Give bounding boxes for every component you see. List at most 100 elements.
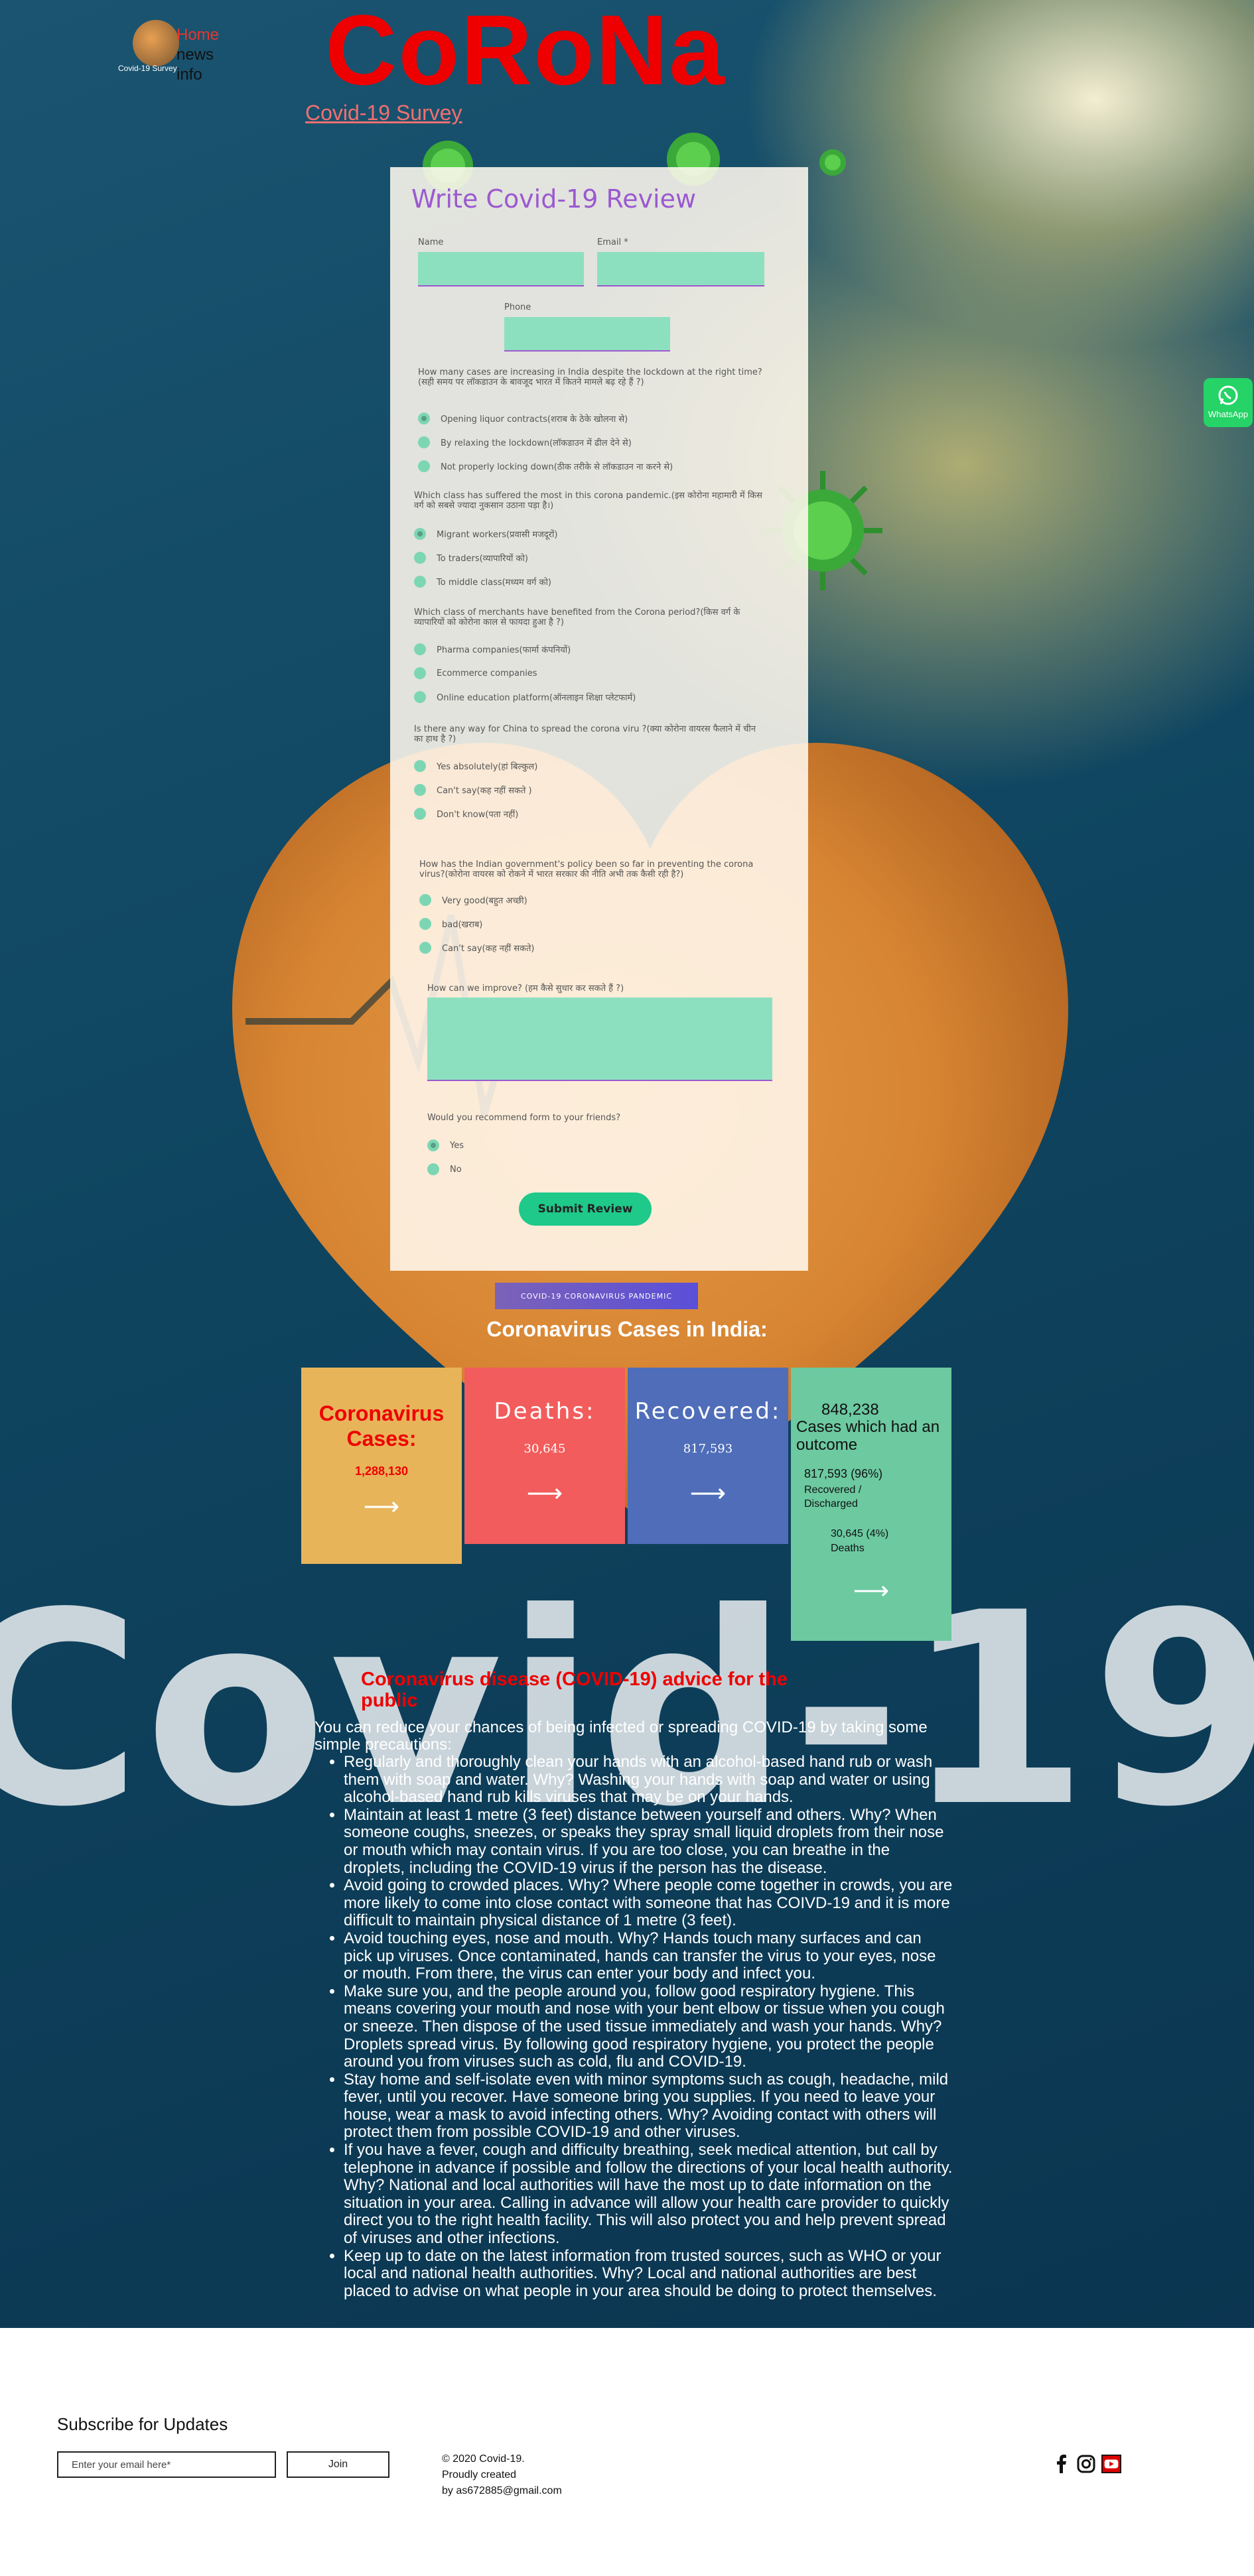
subscribe-title: Subscribe for Updates [57,2414,228,2434]
advice-item: Keep up to date on the latest informatio… [344,2247,954,2301]
q3-option-3[interactable]: Online education platform(ऑनलाइन शिक्षा … [414,691,636,703]
option-label: By relaxing the lockdown(लॉकडाउन में ढील… [441,438,632,448]
option-label: Opening liquor contracts(शराब के ठेके खो… [441,415,628,424]
q1-option-2[interactable]: By relaxing the lockdown(लॉकडाउन में ढील… [418,436,632,448]
radio-button[interactable] [419,894,431,906]
recovered-card-title: Recovered: [634,1398,782,1425]
logo-globe-icon [133,20,179,66]
q3-option-1[interactable]: Pharma companies(फार्मा कंपनियों) [414,643,571,655]
radio-button[interactable] [414,784,426,796]
arrow-right-icon[interactable]: ⟶ [464,1478,625,1508]
deaths-card: Deaths: 30,645 ⟶ [464,1368,625,1544]
option-label: Online education platform(ऑनलाइन शिक्षा … [437,693,636,703]
radio-button[interactable] [414,667,426,679]
q2-option-3[interactable]: To middle class(मध्यम वर्ग को) [414,576,551,588]
facebook-icon[interactable] [1051,2454,1071,2474]
q4-option-1[interactable]: Yes absolutely(हां बिल्कुल) [414,760,537,772]
option-label: Yes [450,1140,464,1151]
footer: Subscribe for Updates Join © 2020 Covid-… [0,2328,1254,2576]
radio-button[interactable] [414,576,426,588]
radio-button[interactable] [414,760,426,772]
option-label: To middle class(मध्यम वर्ग को) [437,578,551,588]
advice-intro: You can reduce your chances of being inf… [314,1718,928,1754]
whatsapp-icon [1218,385,1238,405]
radio-button[interactable] [418,413,430,424]
q5-option-2[interactable]: bad(खराब) [419,918,482,930]
cases-card-value: 1,288,130 [354,1464,409,1478]
q1-option-3[interactable]: Not properly locking down(ठीक तरीके से ल… [418,460,673,472]
option-label: Not properly locking down(ठीक तरीके से ल… [441,462,673,472]
radio-button[interactable] [427,1139,439,1151]
outcome-caption: Cases which had an outcome [796,1418,940,1454]
q4-option-2[interactable]: Can't say(कह नहीं सकते ) [414,784,532,796]
nav-item-news[interactable]: news [176,45,219,65]
copyright: © 2020 Covid-19. Proudly created by as67… [442,2451,562,2499]
radio-button[interactable] [418,460,430,472]
option-label: Can't say(कह नहीं सकते) [442,944,535,954]
survey-link[interactable]: Covid-19 Survey [305,101,462,125]
subscribe-email-input[interactable] [57,2451,276,2478]
q1-option-1[interactable]: Opening liquor contracts(शराब के ठेके खो… [418,413,628,424]
outcome-deaths-label: Deaths [831,1543,865,1554]
option-label: Pharma companies(फार्मा कंपनियों) [437,645,571,655]
social-links [1051,2454,1121,2474]
instagram-icon[interactable] [1076,2454,1096,2474]
submit-review-button[interactable]: Submit Review [519,1192,652,1226]
q4-option-3[interactable]: Don't know(पता नहीं) [414,808,518,820]
recommend-option-yes[interactable]: Yes [427,1139,464,1151]
whatsapp-button[interactable]: WhatsApp [1204,378,1253,427]
name-field[interactable] [418,252,584,287]
q2-option-1[interactable]: Migrant workers(प्रवासी मजदूरों) [414,528,557,540]
nav-item-info[interactable]: info [176,65,219,85]
whatsapp-label: WhatsApp [1208,409,1248,419]
arrow-right-icon[interactable]: ⟶ [301,1492,462,1521]
radio-button[interactable] [419,942,431,954]
q2-option-2[interactable]: To traders(व्यापारियों को) [414,552,528,564]
advice-title: Coronavirus disease (COVID-19) advice fo… [361,1669,788,1711]
question-2: Which class has suffered the most in thi… [414,491,762,511]
review-form: Write Covid-19 Review Name Email * Phone… [390,167,808,1271]
radio-button[interactable] [419,918,431,930]
option-label: To traders(व्यापारियों को) [437,554,528,564]
pandemic-button[interactable]: COVID-19 CORONAVIRUS PANDEMIC [495,1283,698,1309]
cases-card: Coronavirus Cases: 1,288,130 ⟶ [301,1368,462,1564]
nav-item-home[interactable]: Home [176,25,219,45]
radio-button[interactable] [414,552,426,564]
radio-button[interactable] [414,691,426,703]
radio-button[interactable] [427,1163,439,1175]
advice-item: Avoid touching eyes, nose and mouth. Why… [344,1929,954,1983]
option-label: Don't know(पता नहीं) [437,810,519,820]
copyright-email[interactable]: by as672885@gmail.com [442,2483,562,2499]
radio-button[interactable] [414,643,426,655]
arrow-right-icon[interactable]: ⟶ [791,1576,951,1606]
option-label: Very good(बहुत अच्छी) [442,896,527,906]
advice-item: Maintain at least 1 metre (3 feet) dista… [344,1806,954,1877]
email-field[interactable] [597,252,764,287]
copyright-line: Proudly created [442,2469,517,2480]
phone-field[interactable] [504,317,670,352]
join-button[interactable]: Join [287,2451,389,2478]
top-nav: Home news info [176,25,219,85]
improve-textarea[interactable] [427,998,772,1081]
improve-label: How can we improve? (हम कैसे सुधार कर सक… [427,984,624,994]
cases-heading: Coronavirus Cases in India: [486,1317,768,1341]
q5-option-1[interactable]: Very good(बहुत अच्छी) [419,894,527,906]
recovered-card: Recovered: 817,593 ⟶ [628,1368,788,1544]
recommend-option-no[interactable]: No [427,1163,462,1175]
option-label: Can't say(कह नहीं सकते ) [437,786,532,796]
option-label: Migrant workers(प्रवासी मजदूरों) [437,530,558,540]
recommend-label: Would you recommend form to your friends… [427,1113,621,1123]
youtube-icon[interactable] [1101,2454,1121,2474]
phone-label: Phone [504,302,531,312]
option-label: bad(खराब) [442,920,483,930]
radio-button[interactable] [414,808,426,820]
outcome-recovered-label: Recovered / Discharged [804,1484,862,1510]
q3-option-2[interactable]: Ecommerce companies [414,667,537,679]
q5-option-3[interactable]: Can't say(कह नहीं सकते) [419,942,534,954]
radio-button[interactable] [418,436,430,448]
radio-button[interactable] [414,528,426,540]
arrow-right-icon[interactable]: ⟶ [628,1478,788,1508]
recovered-card-value: 817,593 [683,1442,733,1456]
question-1: How many cases are increasing in India d… [418,367,762,387]
email-label: Email * [597,237,628,247]
